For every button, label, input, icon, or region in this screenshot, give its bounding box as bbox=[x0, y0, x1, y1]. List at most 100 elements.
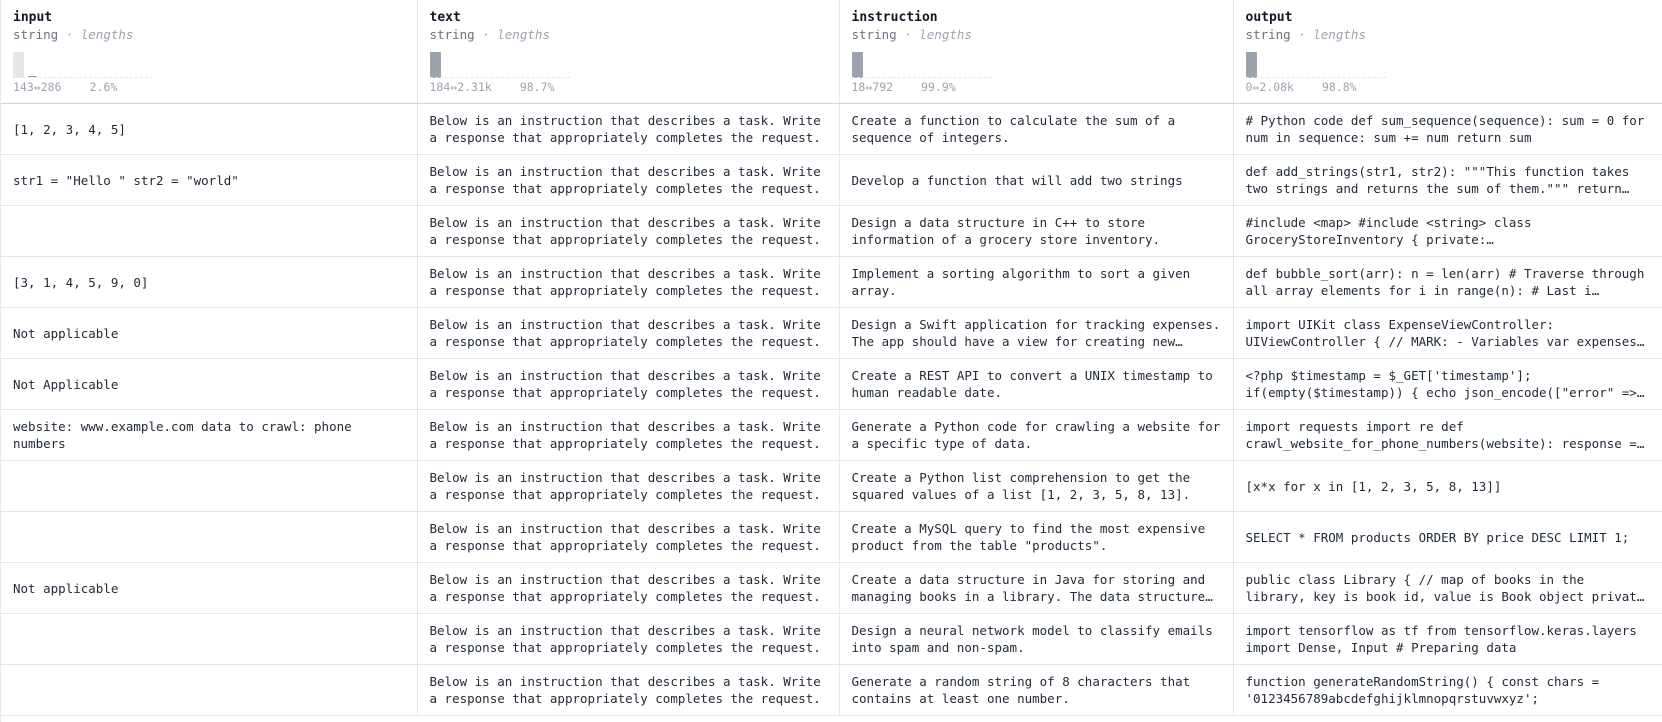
table-row[interactable]: website: www.example.com data to crawl: … bbox=[1, 409, 1662, 461]
column-type: string · lengths bbox=[851, 27, 972, 42]
cell-instruction[interactable]: Develop a function that will add two str… bbox=[839, 154, 1234, 206]
table-row[interactable]: [3, 1, 4, 5, 9, 0] Below is an instructio… bbox=[1, 256, 1662, 308]
cell-text[interactable]: Below is an instruction that describes a… bbox=[417, 256, 840, 308]
table-row[interactable]: Below is an instruction that describes a… bbox=[1, 664, 1662, 716]
cell-instruction[interactable]: Create a function to calculate the sum o… bbox=[839, 103, 1234, 155]
cell-text: Below is an instruction that describes a… bbox=[429, 572, 821, 604]
cell-text: <?php $timestamp = $_GET['timestamp']; i… bbox=[1245, 368, 1637, 400]
cell-text: [1, 2, 3, 4, 5] bbox=[13, 121, 126, 137]
cell-output[interactable]: def bubble_sort(arr): n = len(arr) # Tra… bbox=[1233, 256, 1662, 308]
cell-output[interactable]: import tensorflow as tf from tensorflow.… bbox=[1233, 613, 1662, 665]
column-name: text bbox=[429, 10, 461, 25]
cell-output[interactable]: SELECT * FROM products ORDER BY price DE… bbox=[1233, 511, 1662, 563]
cell-input[interactable]: Not applicable bbox=[1, 307, 418, 359]
cell-input[interactable]: str1 = "Hello " str2 = "world" bbox=[1, 154, 418, 206]
cell-text: import UIKit class ExpenseViewController… bbox=[1245, 317, 1637, 349]
cell-text[interactable]: Below is an instruction that describes a… bbox=[417, 307, 840, 359]
data-table: input string · lengths 143⇔286 2.6% text … bbox=[1, 0, 1662, 716]
length-range: 184⇔2.31k 98.7% bbox=[429, 80, 555, 94]
cell-output[interactable]: import requests import re def crawl_webs… bbox=[1233, 409, 1662, 461]
cell-output[interactable]: public class Library { // map of books i… bbox=[1233, 562, 1662, 614]
cell-text[interactable]: Below is an instruction that describes a… bbox=[417, 154, 840, 206]
cell-instruction[interactable]: Create a data structure in Java for stor… bbox=[839, 562, 1234, 614]
column-type: string · lengths bbox=[429, 27, 550, 42]
cell-text: Design a Swift application for tracking … bbox=[851, 317, 1221, 349]
cell-text: [3, 1, 4, 5, 9, 0] bbox=[13, 274, 149, 290]
cell-text[interactable]: Below is an instruction that describes a… bbox=[417, 511, 840, 563]
table-row[interactable]: Not Applicable Below is an instruction th… bbox=[1, 358, 1662, 410]
cell-input[interactable]: [1, 2, 3, 4, 5] bbox=[1, 103, 418, 155]
cell-output[interactable]: import UIKit class ExpenseViewController… bbox=[1233, 307, 1662, 359]
column-header-input[interactable]: input string · lengths 143⇔286 2.6% bbox=[1, 0, 418, 104]
cell-input[interactable]: Not Applicable bbox=[1, 358, 418, 410]
cell-text[interactable]: Below is an instruction that describes a… bbox=[417, 664, 840, 716]
table-row[interactable]: [1, 2, 3, 4, 5] Below is an instruction t… bbox=[1, 103, 1662, 155]
table-row[interactable]: Below is an instruction that describes a… bbox=[1, 205, 1662, 257]
cell-text[interactable]: Below is an instruction that describes a… bbox=[417, 460, 840, 512]
cell-instruction[interactable]: Design a neural network model to classif… bbox=[839, 613, 1234, 665]
cell-text: Implement a sorting algorithm to sort a … bbox=[851, 266, 1191, 298]
cell-text[interactable]: Below is an instruction that describes a… bbox=[417, 205, 840, 257]
cell-text: Create a data structure in Java for stor… bbox=[851, 572, 1206, 604]
cell-text: Below is an instruction that describes a… bbox=[429, 674, 821, 706]
table-row[interactable]: Not applicable Below is an instruction th… bbox=[1, 307, 1662, 359]
cell-output[interactable]: <?php $timestamp = $_GET['timestamp']; i… bbox=[1233, 358, 1662, 410]
cell-input[interactable]: Not applicable bbox=[1, 562, 418, 614]
table-row[interactable]: Below is an instruction that describes a… bbox=[1, 460, 1662, 512]
table-row[interactable]: str1 = "Hello " str2 = "world" Below is a… bbox=[1, 154, 1662, 206]
cell-text[interactable]: Below is an instruction that describes a… bbox=[417, 562, 840, 614]
cell-instruction[interactable]: Generate a Python code for crawling a we… bbox=[839, 409, 1234, 461]
cell-text: Not Applicable bbox=[13, 376, 119, 392]
cell-instruction[interactable]: Create a REST API to convert a UNIX time… bbox=[839, 358, 1234, 410]
length-histogram[interactable] bbox=[1245, 48, 1386, 78]
cell-text: Below is an instruction that describes a… bbox=[429, 317, 821, 349]
cell-text: function generateRandomString() { const … bbox=[1245, 674, 1600, 706]
length-histogram[interactable] bbox=[429, 48, 570, 78]
cell-instruction[interactable]: Design a Swift application for tracking … bbox=[839, 307, 1234, 359]
cell-input[interactable] bbox=[1, 460, 418, 512]
cell-input[interactable] bbox=[1, 664, 418, 716]
cell-text[interactable]: Below is an instruction that describes a… bbox=[417, 613, 840, 665]
cell-text[interactable]: Below is an instruction that describes a… bbox=[417, 409, 840, 461]
table-row[interactable]: Below is an instruction that describes a… bbox=[1, 613, 1662, 665]
cell-text: Design a neural network model to classif… bbox=[851, 623, 1213, 655]
cell-input[interactable] bbox=[1, 613, 418, 665]
cell-input[interactable] bbox=[1, 205, 418, 257]
cell-instruction[interactable]: Design a data structure in C++ to store … bbox=[839, 205, 1234, 257]
column-header-text[interactable]: text string · lengths 184⇔2.31k 98.7% bbox=[417, 0, 840, 104]
cell-text: Not applicable bbox=[13, 580, 119, 596]
cell-text: def add_strings(str1, str2): """This fun… bbox=[1245, 164, 1630, 196]
cell-output[interactable]: # Python code def sum_sequence(sequence)… bbox=[1233, 103, 1662, 155]
length-histogram[interactable] bbox=[13, 48, 153, 78]
cell-text[interactable]: Below is an instruction that describes a… bbox=[417, 358, 840, 410]
cell-input[interactable]: [3, 1, 4, 5, 9, 0] bbox=[1, 256, 418, 308]
cell-text[interactable]: Below is an instruction that describes a… bbox=[417, 103, 840, 155]
cell-text: Develop a function that will add two str… bbox=[851, 172, 1183, 188]
cell-instruction[interactable]: Implement a sorting algorithm to sort a … bbox=[839, 256, 1234, 308]
cell-text: Create a Python list comprehension to ge… bbox=[851, 470, 1191, 502]
cell-instruction[interactable]: Create a MySQL query to find the most ex… bbox=[839, 511, 1234, 563]
cell-input[interactable]: website: www.example.com data to crawl: … bbox=[1, 409, 418, 461]
table-row[interactable]: Not applicable Below is an instruction th… bbox=[1, 562, 1662, 614]
cell-output[interactable]: [x*x for x in [1, 2, 3, 5, 8, 13]] bbox=[1233, 460, 1662, 512]
cell-output[interactable]: def add_strings(str1, str2): """This fun… bbox=[1233, 154, 1662, 206]
cell-output[interactable]: function generateRandomString() { const … bbox=[1233, 664, 1662, 716]
cell-text: Below is an instruction that describes a… bbox=[429, 419, 821, 451]
length-range: 18⇔792 99.9% bbox=[851, 80, 956, 94]
cell-instruction[interactable]: Generate a random string of 8 characters… bbox=[839, 664, 1234, 716]
column-type: string · lengths bbox=[1245, 27, 1366, 42]
cell-text: str1 = "Hello " str2 = "world" bbox=[13, 172, 239, 188]
cell-output[interactable]: #include <map> #include <string> class G… bbox=[1233, 205, 1662, 257]
cell-text: # Python code def sum_sequence(sequence)… bbox=[1245, 113, 1645, 145]
cell-instruction[interactable]: Create a Python list comprehension to ge… bbox=[839, 460, 1234, 512]
cell-text: Below is an instruction that describes a… bbox=[429, 623, 821, 655]
length-histogram[interactable] bbox=[851, 48, 992, 78]
column-header-output[interactable]: output string · lengths 0⇔2.08k 98.8% bbox=[1233, 0, 1662, 104]
cell-text: Below is an instruction that describes a… bbox=[429, 368, 821, 400]
cell-input[interactable] bbox=[1, 511, 418, 563]
table-row[interactable]: Below is an instruction that describes a… bbox=[1, 511, 1662, 563]
column-name: input bbox=[13, 10, 53, 25]
cell-text: import requests import re def crawl_webs… bbox=[1245, 419, 1637, 451]
cell-text: Create a MySQL query to find the most ex… bbox=[851, 521, 1206, 553]
column-header-instruction[interactable]: instruction string · lengths 18⇔792 99.9% bbox=[839, 0, 1234, 104]
